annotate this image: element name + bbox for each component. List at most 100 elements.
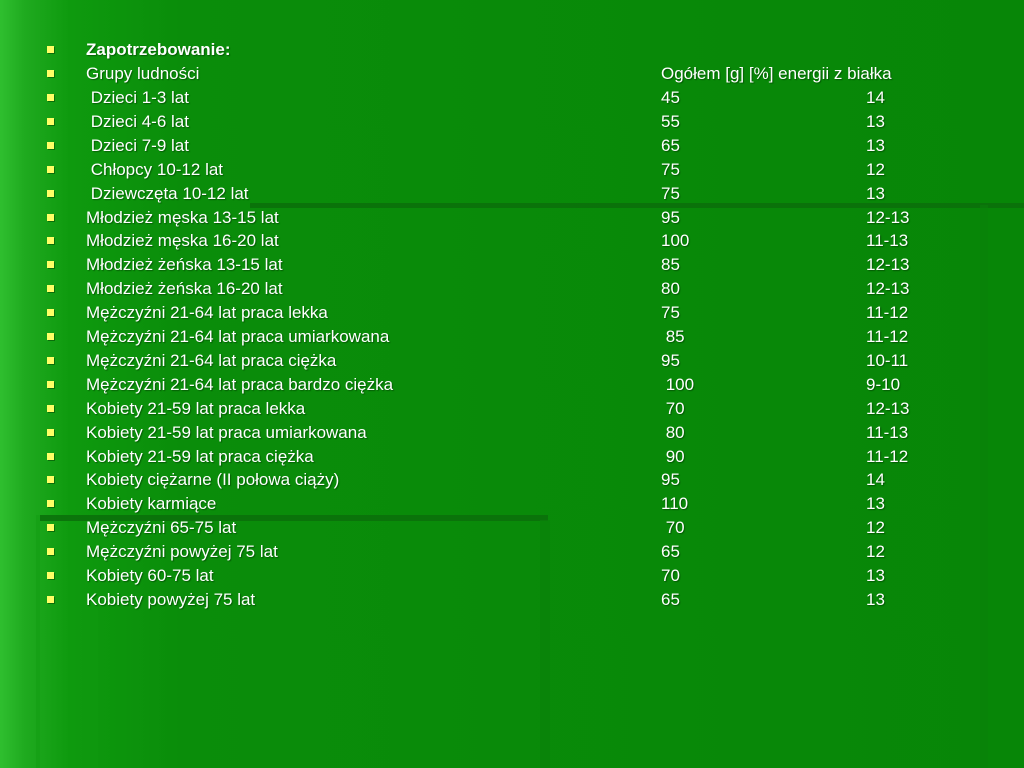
row-percent: 14	[866, 88, 885, 107]
row-grams: 70	[661, 518, 685, 537]
table-row: Chłopcy 10-12 lat 75 12	[0, 158, 1024, 182]
table-row: Kobiety karmiące 110 13	[0, 492, 1024, 516]
square-bullet-icon	[47, 524, 54, 531]
table-row: Dzieci 4-6 lat 55 13	[0, 110, 1024, 134]
row-percent: 11-13	[866, 423, 909, 442]
table-row: Mężczyźni 21-64 lat praca ciężka 95 10-11	[0, 349, 1024, 373]
table-row: Mężczyźni powyżej 75 lat 65 12	[0, 540, 1024, 564]
row-group: Dzieci 4-6 lat	[86, 112, 189, 131]
row-group: Młodzież żeńska 13-15 lat	[86, 255, 283, 274]
row-percent: 11-12	[866, 447, 909, 466]
square-bullet-icon	[47, 166, 54, 173]
row-grams: 95	[661, 470, 680, 489]
square-bullet-icon	[47, 118, 54, 125]
row-grams: 80	[661, 279, 680, 298]
row-grams: 95	[661, 208, 680, 227]
row-percent: 11-12	[866, 327, 909, 346]
row-grams: 65	[661, 136, 680, 155]
table-row: Młodzież żeńska 13-15 lat 85 12-13	[0, 253, 1024, 277]
row-percent: 12	[866, 160, 885, 179]
row-group: Kobiety karmiące	[86, 494, 217, 513]
row-group: Dzieci 1-3 lat	[86, 88, 189, 107]
square-bullet-icon	[47, 261, 54, 268]
table-row: Mężczyźni 21-64 lat praca umiarkowana 85…	[0, 325, 1024, 349]
row-percent: 10-11	[866, 351, 909, 370]
square-bullet-icon	[47, 309, 54, 316]
row-grams: 70	[661, 566, 680, 585]
row-group: Mężczyźni 65-75 lat	[86, 518, 237, 537]
row-group: Kobiety 21-59 lat praca ciężka	[86, 447, 314, 466]
square-bullet-icon	[47, 333, 54, 340]
square-bullet-icon	[47, 476, 54, 483]
row-percent: 12-13	[866, 399, 910, 418]
square-bullet-icon	[47, 214, 54, 221]
row-grams: 80	[661, 423, 685, 442]
row-group: Chłopcy 10-12 lat	[86, 160, 224, 179]
row-grams: 65	[661, 590, 680, 609]
table-row: Młodzież męska 16-20 lat 100 11-13	[0, 229, 1024, 253]
row-group: Kobiety powyżej 75 lat	[86, 590, 256, 609]
square-bullet-icon	[47, 572, 54, 579]
table-row: Kobiety 60-75 lat 70 13	[0, 564, 1024, 588]
square-bullet-icon	[47, 500, 54, 507]
title-row: Zapotrzebowanie:	[0, 38, 1024, 62]
table-row: Kobiety powyżej 75 lat 65 13	[0, 588, 1024, 612]
row-grams: 65	[661, 542, 680, 561]
square-bullet-icon	[47, 237, 54, 244]
row-percent: 13	[866, 136, 885, 155]
row-percent: 11-12	[866, 303, 909, 322]
row-percent: 12-13	[866, 208, 910, 227]
row-group: Młodzież żeńska 16-20 lat	[86, 279, 283, 298]
slide-content: Zapotrzebowanie: Grupy ludności Ogółem […	[0, 0, 1024, 768]
row-group: Kobiety 60-75 lat	[86, 566, 214, 585]
square-bullet-icon	[47, 357, 54, 364]
row-group: Mężczyźni 21-64 lat praca bardzo ciężka	[86, 375, 394, 394]
table-row: Mężczyźni 65-75 lat 70 12	[0, 516, 1024, 540]
row-grams: 75	[661, 184, 680, 203]
square-bullet-icon	[47, 46, 54, 53]
row-grams: 100	[661, 375, 695, 394]
row-group: Mężczyźni 21-64 lat praca ciężka	[86, 351, 337, 370]
table-row: Kobiety 21-59 lat praca ciężka 90 11-12	[0, 445, 1024, 469]
square-bullet-icon	[47, 190, 54, 197]
square-bullet-icon	[47, 453, 54, 460]
table-row: Kobiety 21-59 lat praca lekka 70 12-13	[0, 397, 1024, 421]
row-grams: 55	[661, 112, 680, 131]
row-grams: 90	[661, 447, 685, 466]
square-bullet-icon	[47, 381, 54, 388]
row-percent: 12	[866, 542, 885, 561]
row-percent: 13	[866, 566, 885, 585]
square-bullet-icon	[47, 596, 54, 603]
row-grams: 70	[661, 399, 685, 418]
row-grams: 75	[661, 303, 680, 322]
header-row: Grupy ludności Ogółem [g] [%] energii z …	[0, 62, 1024, 86]
row-group: Dziewczęta 10-12 lat	[86, 184, 249, 203]
table-row: Mężczyźni 21-64 lat praca lekka 75 11-12	[0, 301, 1024, 325]
row-percent: 13	[866, 590, 885, 609]
square-bullet-icon	[47, 142, 54, 149]
row-percent: 13	[866, 184, 885, 203]
row-grams: 85	[661, 255, 680, 274]
header-group: Grupy ludności	[86, 64, 200, 83]
table-row: Młodzież żeńska 16-20 lat 80 12-13	[0, 277, 1024, 301]
row-grams: 110	[661, 494, 689, 513]
table-row: Dzieci 1-3 lat 45 14	[0, 86, 1024, 110]
row-group: Mężczyźni 21-64 lat praca lekka	[86, 303, 328, 322]
row-percent: 11-13	[866, 231, 909, 250]
row-grams: 100	[661, 231, 690, 250]
table-row: Dzieci 7-9 lat 65 13	[0, 134, 1024, 158]
square-bullet-icon	[47, 429, 54, 436]
row-percent: 13	[866, 494, 885, 513]
row-percent: 12-13	[866, 279, 910, 298]
row-grams: 85	[661, 327, 685, 346]
row-group: Młodzież męska 13-15 lat	[86, 208, 279, 227]
header-values: Ogółem [g] [%] energii z białka	[661, 64, 892, 83]
slide-title: Zapotrzebowanie:	[86, 40, 231, 59]
row-percent: 14	[866, 470, 885, 489]
row-percent: 12	[866, 518, 885, 537]
square-bullet-icon	[47, 548, 54, 555]
row-group: Mężczyźni powyżej 75 lat	[86, 542, 278, 561]
row-percent: 9-10	[866, 375, 901, 394]
row-grams: 75	[661, 160, 680, 179]
square-bullet-icon	[47, 405, 54, 412]
